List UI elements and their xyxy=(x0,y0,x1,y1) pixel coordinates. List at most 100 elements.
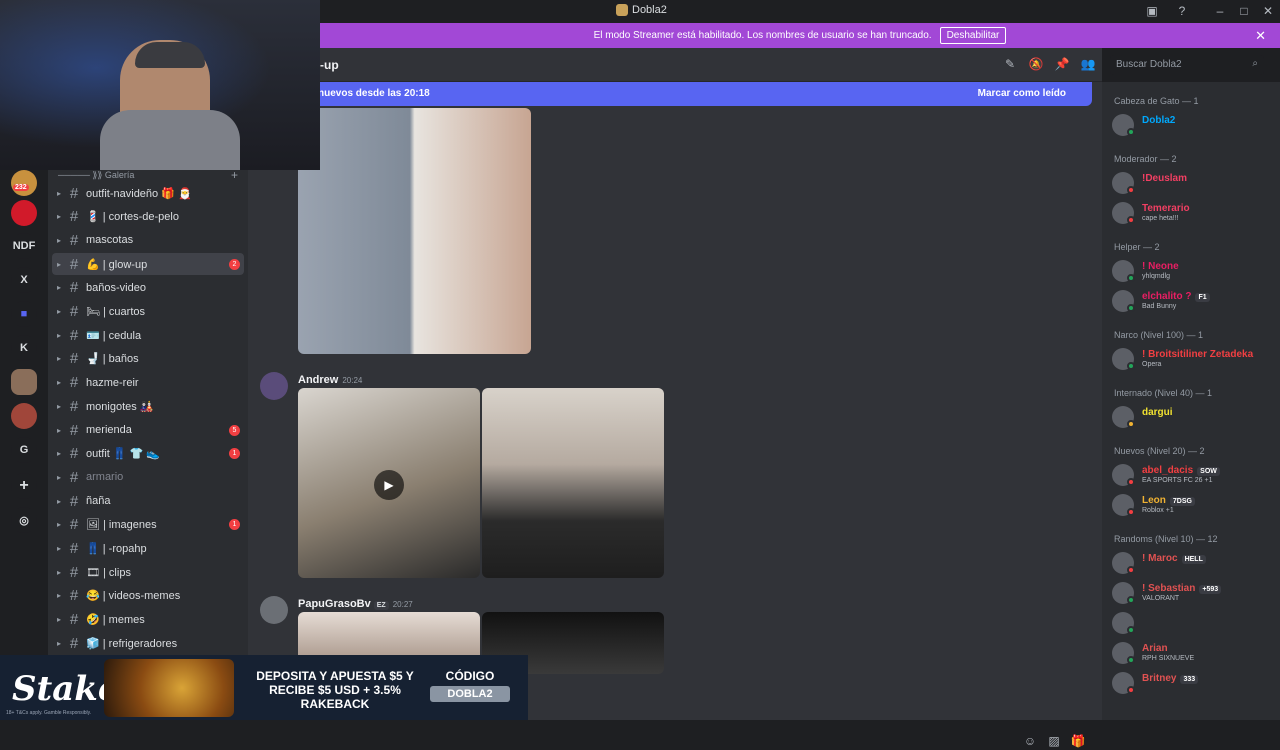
play-icon[interactable]: ▶ xyxy=(374,470,404,500)
casino-artwork xyxy=(104,659,234,717)
channel-item[interactable]: ▸ # 💪 | glow-up 2 xyxy=(52,253,244,276)
hashtag-icon: # xyxy=(69,468,79,486)
folder-icon[interactable]: ■ xyxy=(11,301,37,327)
member-activity: Roblox +1 xyxy=(1142,507,1174,514)
pin-icon[interactable]: 📌 xyxy=(1054,57,1070,73)
member-item[interactable]: elchalito ? F1 Bad Bunny xyxy=(1112,288,1278,314)
add-server-icon[interactable]: + xyxy=(11,473,37,499)
status-dot xyxy=(1127,304,1135,312)
server-x[interactable]: X xyxy=(11,267,37,293)
member-name: Britney 333 xyxy=(1142,673,1199,684)
inbox-icon[interactable]: ▣ xyxy=(1144,3,1160,19)
channel-list: ───── ⟫⟫ Galería + ▸ # outfit-navideño 🎁 🎅… xyxy=(48,168,248,720)
notifications-icon[interactable]: 🔕 xyxy=(1028,57,1044,73)
channel-item[interactable]: ▸ # 👖 | -ropahp xyxy=(52,538,244,560)
member-item[interactable]: ! Broitsitiliner Zetadeka Opera xyxy=(1112,346,1278,372)
server-icon-3[interactable] xyxy=(11,403,37,429)
message-image[interactable] xyxy=(298,108,531,354)
member-activity: RPH SIXNUEVE xyxy=(1142,655,1195,662)
gift-icon[interactable]: 🎁 xyxy=(1070,734,1086,750)
server-icon-2[interactable] xyxy=(11,369,37,395)
channel-item[interactable]: ▸ # ñaña xyxy=(52,490,244,512)
member-item[interactable]: Dobla2 xyxy=(1112,112,1278,138)
member-item[interactable]: ! Sebastian +593 VALORANT xyxy=(1112,580,1278,606)
category-galeria[interactable]: ───── ⟫⟫ Galería xyxy=(58,170,134,181)
server-k[interactable]: K xyxy=(11,335,37,361)
channel-item[interactable]: ▸ # monigotes 🎎 xyxy=(52,395,244,417)
banner-close-icon[interactable]: ✕ xyxy=(1255,28,1266,44)
server-icon-1[interactable]: 232 xyxy=(11,170,37,196)
promo-code: CÓDIGO DOBLA2 xyxy=(430,669,510,702)
new-messages-bar[interactable]: nuevos desde las 20:18 Marcar como leído xyxy=(298,82,1092,106)
channel-item[interactable]: ▸ # merienda 5 xyxy=(52,419,244,441)
chevron-right-icon: ▸ xyxy=(56,354,61,364)
member-name: Leon 7DSG xyxy=(1142,495,1195,506)
hashtag-icon: # xyxy=(69,587,79,605)
channel-item[interactable]: ▸ # 🤣 | memes xyxy=(52,609,244,631)
channel-item[interactable]: ▸ # baños-video xyxy=(52,277,244,299)
emoji-icon[interactable]: ☺ xyxy=(1022,734,1038,750)
search-placeholder: Buscar Dobla2 xyxy=(1116,59,1182,70)
disable-streamer-button[interactable]: Deshabilitar xyxy=(939,27,1007,44)
server-g[interactable]: G xyxy=(11,437,37,463)
member-item[interactable] xyxy=(1112,610,1278,636)
member-item[interactable]: ! Neone yhlqmdlg xyxy=(1112,258,1278,284)
server-icon-spiderman[interactable] xyxy=(11,200,37,226)
mark-read-button[interactable]: Marcar como leído xyxy=(978,88,1066,99)
member-activity: VALORANT xyxy=(1142,595,1180,602)
channel-item[interactable]: ▸ # armario xyxy=(52,466,244,488)
server-sidebar: 232 NDF X ■ K G + ◎ xyxy=(0,170,48,720)
channel-item[interactable]: ▸ # outfit 👖 👕 👟 1 xyxy=(52,443,244,465)
channel-label: outfit-navideño 🎁 🎅 xyxy=(86,187,192,200)
member-item[interactable]: Britney 333 xyxy=(1112,670,1278,696)
discover-icon[interactable]: ◎ xyxy=(11,507,37,533)
channel-item[interactable]: ▸ # mascotas xyxy=(52,229,244,251)
channel-label: 😂 | videos-memes xyxy=(86,590,181,603)
channel-item[interactable]: ▸ # 🎞 | clips xyxy=(52,561,244,583)
status-dot xyxy=(1127,274,1135,282)
channel-item[interactable]: ▸ # 🪪 | cedula xyxy=(52,324,244,346)
member-item[interactable]: abel_dacis SOW EA SPORTS FC 26 +1 xyxy=(1112,462,1278,488)
channel-label: 🤣 | memes xyxy=(86,614,145,627)
sticker-icon[interactable]: ▨ xyxy=(1046,734,1062,750)
author-name[interactable]: Andrew xyxy=(298,374,338,386)
close-button[interactable]: ✕ xyxy=(1260,3,1276,19)
status-dot xyxy=(1127,362,1135,370)
hashtag-icon: # xyxy=(69,255,79,273)
avatar[interactable] xyxy=(260,596,288,624)
channel-label: baños-video xyxy=(86,281,146,294)
channel-item[interactable]: ▸ # hazme-reir xyxy=(52,372,244,394)
help-icon[interactable]: ? xyxy=(1174,3,1190,19)
member-tag: SOW xyxy=(1197,467,1220,476)
members-icon[interactable]: 👥 xyxy=(1080,57,1096,73)
threads-icon[interactable]: ✎ xyxy=(1002,57,1018,73)
channel-item[interactable]: ▸ # 😂 | videos-memes xyxy=(52,585,244,607)
member-item[interactable]: Leon 7DSG Roblox +1 xyxy=(1112,492,1278,518)
member-item[interactable]: dargui xyxy=(1112,404,1278,430)
avatar[interactable] xyxy=(260,372,288,400)
member-item[interactable]: Arian RPH SIXNUEVE xyxy=(1112,640,1278,666)
author-name[interactable]: PapuGrasoBv xyxy=(298,598,371,610)
channel-item[interactable]: ▸ # 🚽 | baños xyxy=(52,348,244,370)
message-image[interactable] xyxy=(482,388,664,578)
add-channel-icon[interactable]: + xyxy=(231,168,238,182)
timestamp: 20:27 xyxy=(392,600,413,609)
maximize-button[interactable]: □ xyxy=(1236,3,1252,19)
member-group-header: Helper — 2 xyxy=(1114,242,1160,252)
unread-badge: 2 xyxy=(229,258,240,270)
channel-item[interactable]: ▸ # 🛏 | cuartos xyxy=(52,301,244,323)
member-item[interactable]: Temerario cape heta!!! xyxy=(1112,200,1278,226)
member-item[interactable]: ! Maroc HELL xyxy=(1112,550,1278,576)
channel-item[interactable]: ▸ # 🧊 | refrigeradores xyxy=(52,632,244,654)
minimize-button[interactable]: – xyxy=(1212,3,1228,19)
status-dot xyxy=(1127,128,1135,136)
code-value: DOBLA2 xyxy=(430,686,510,702)
member-item[interactable]: !Deuslam xyxy=(1112,170,1278,196)
channel-item[interactable]: ▸ # 💈 | cortes-de-pelo xyxy=(52,206,244,228)
video-attachment[interactable]: ▶ xyxy=(298,388,480,578)
search-input[interactable]: Buscar Dobla2 ⌕ xyxy=(1110,55,1264,75)
channel-item[interactable]: ▸ # 🖼 | imagenes 1 xyxy=(52,514,244,536)
channel-item[interactable]: ▸ # outfit-navideño 🎁 🎅 xyxy=(52,182,244,204)
server-ndf[interactable]: NDF xyxy=(11,233,37,259)
channel-label: armario xyxy=(86,471,124,484)
